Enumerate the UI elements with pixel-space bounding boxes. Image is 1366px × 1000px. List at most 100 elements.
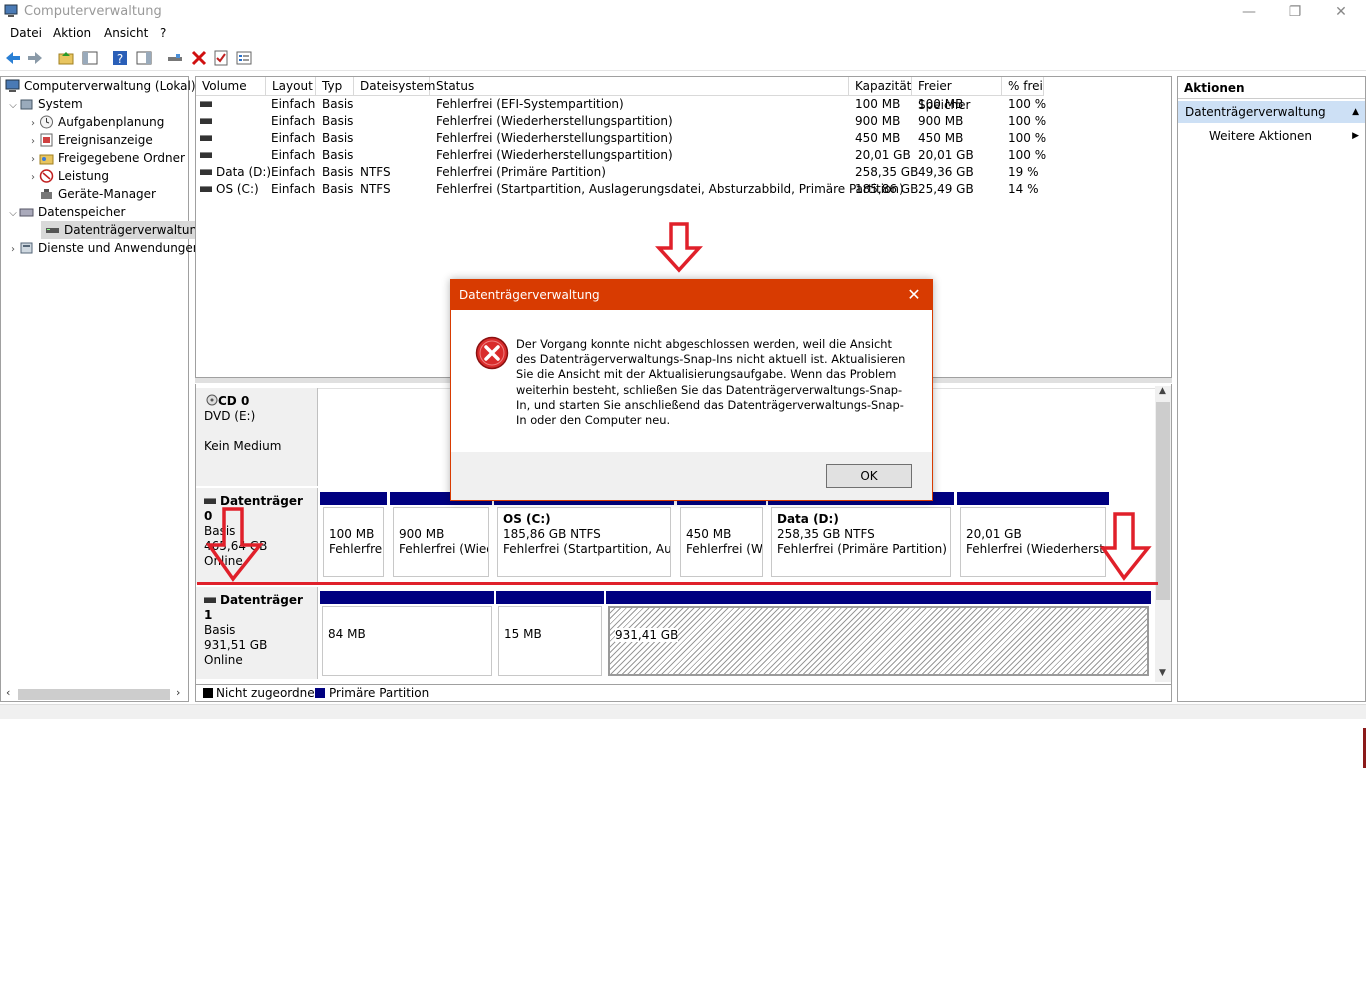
scroll-down-icon[interactable]: ▼ (1159, 668, 1166, 678)
chevron-right-icon[interactable]: › (27, 169, 39, 187)
partition-block[interactable]: 450 MBFehlerfrei (Wiederherstellungspart… (680, 507, 763, 577)
back-arrow-icon[interactable] (4, 49, 22, 67)
scroll-right-icon[interactable]: › (176, 686, 180, 699)
tree-item-system[interactable]: ⌵ System (7, 95, 83, 113)
annotation-line (197, 582, 1158, 585)
table-row[interactable]: Einfach Basis Fehlerfrei (EFI-Systempartit… (196, 96, 1171, 113)
partition-block[interactable]: 20,01 GBFehlerfrei (Wiederherstellungspa… (960, 507, 1106, 577)
partition-block[interactable]: 900 MBFehlerfrei (Wiederherstellungspart… (393, 507, 489, 577)
tree-horizontal-scrollbar[interactable]: ‹ › (2, 686, 186, 702)
partition-block[interactable]: 84 MB (322, 606, 492, 676)
menu-help[interactable]: ? (160, 26, 166, 40)
cell-typ: Basis (322, 148, 354, 162)
partition-block[interactable]: OS (C:) 185,86 GB NTFS Fehlerfrei (Startpa… (497, 507, 671, 577)
tree-item-ereignisanzeige[interactable]: › Ereignisanzeige (27, 131, 153, 149)
help-icon[interactable]: ? (111, 49, 129, 67)
tree-label: System (38, 97, 83, 111)
tree-item-freigegebene-ordner[interactable]: › Freigegebene Ordner (27, 149, 185, 167)
tree-item-root[interactable]: Computerverwaltung (Lokal) (5, 77, 196, 95)
tree-item-geraete-manager[interactable]: Geräte-Manager (39, 185, 156, 203)
tree-item-dienste[interactable]: › Dienste und Anwendungen (7, 239, 200, 257)
properties-list-icon[interactable] (235, 49, 253, 67)
tree-label: Freigegebene Ordner (58, 151, 185, 165)
tree-label: Aufgabenplanung (58, 115, 165, 129)
volume-icon (200, 101, 212, 107)
column-header-prozent-frei[interactable]: % frei (1002, 77, 1044, 96)
chevron-right-icon[interactable]: › (7, 241, 19, 259)
disk-label-disk1[interactable]: Datenträger 1 Basis 931,51 GB Online (196, 587, 318, 679)
column-header-typ[interactable]: Typ (316, 77, 354, 96)
partition-block[interactable]: Data (D:) 258,35 GB NTFS Fehlerfrei (Primä… (771, 507, 951, 577)
column-header-kapazitaet[interactable]: Kapazität (849, 77, 912, 96)
cell-status: Fehlerfrei (Wiederherstellungspartition) (436, 131, 673, 145)
tree-label: Dienste und Anwendungen (38, 241, 201, 255)
actions-section-label: Datenträgerverwaltung (1185, 105, 1326, 119)
menu-ansicht[interactable]: Ansicht (104, 26, 148, 40)
cell-pct: 100 % (1008, 148, 1047, 162)
scroll-thumb[interactable] (18, 689, 170, 700)
menu-datei[interactable]: Datei (10, 26, 42, 40)
annotation-arrow-down-icon (1100, 512, 1152, 581)
delete-x-icon[interactable] (190, 49, 208, 67)
partition-status: Fehlerfrei (Primäre Partition) (777, 542, 947, 556)
cell-typ: Basis (322, 182, 354, 196)
scroll-left-icon[interactable]: ‹ (6, 686, 10, 699)
toolbar: ? (0, 46, 1366, 71)
svg-text:?: ? (117, 52, 123, 66)
partition-block[interactable]: 931,41 GB (608, 606, 1149, 676)
volume-icon (200, 135, 212, 141)
tree-item-aufgabenplanung[interactable]: › Aufgabenplanung (27, 113, 164, 131)
collapse-up-icon[interactable]: ▲ (1352, 101, 1359, 123)
partition-status: Fehlerfrei (Wiederherstellungspartition) (686, 542, 763, 556)
column-header-dateisystem[interactable]: Dateisystem (354, 77, 435, 96)
table-row[interactable]: Einfach Basis Fehlerfrei (Wiederherstellun… (196, 130, 1171, 147)
graph-vertical-scrollbar[interactable]: ▲ ▼ (1155, 386, 1171, 682)
partition-size: 450 MB (686, 527, 732, 541)
chevron-down-icon[interactable]: ⌵ (7, 97, 19, 115)
table-row[interactable]: Einfach Basis Fehlerfrei (Wiederherstellun… (196, 147, 1171, 164)
cell-status: Fehlerfrei (Primäre Partition) (436, 165, 606, 179)
cell-typ: Basis (322, 114, 354, 128)
cell-cap: 258,35 GB (855, 165, 919, 179)
dialog-close-icon[interactable]: ✕ (904, 280, 924, 310)
menu-aktion[interactable]: Aktion (53, 26, 91, 40)
chevron-down-icon[interactable]: ⌵ (7, 205, 19, 223)
column-header-status[interactable]: Status (430, 77, 849, 96)
legend-primary: Primäre Partition (329, 686, 430, 700)
close-button[interactable]: ✕ (1318, 0, 1364, 24)
restore-button[interactable]: ❐ (1272, 0, 1318, 24)
forward-arrow-icon[interactable] (26, 49, 44, 67)
show-hide-tree-icon[interactable] (81, 49, 99, 67)
scroll-thumb[interactable] (1156, 402, 1170, 600)
cell-cap: 185,86 GB (855, 182, 919, 196)
tree-item-datentraegerverwaltung[interactable]: Datenträgerverwaltung (41, 221, 208, 239)
table-row[interactable]: Data (D:) Einfach Basis NTFS Fehlerfrei (Pri… (196, 164, 1171, 181)
cell-free: 25,49 GB (918, 182, 974, 196)
menu-bar: Datei Aktion Ansicht ? (0, 24, 1366, 44)
disk-label-cd0[interactable]: CD 0 DVD (E:) Kein Medium (196, 388, 318, 486)
partition-block[interactable]: 15 MB (498, 606, 602, 676)
table-row[interactable]: OS (C:) Einfach Basis NTFS Fehlerfrei (Start… (196, 181, 1171, 198)
scroll-up-icon[interactable]: ▲ (1159, 386, 1166, 396)
tree-item-datenspeicher[interactable]: ⌵ Datenspeicher (7, 203, 125, 221)
cell-pct: 14 % (1008, 182, 1039, 196)
cell-status: Fehlerfrei (Startpartition, Auslagerungs… (436, 182, 904, 196)
actions-weitere[interactable]: Weitere Aktionen ▶ (1209, 127, 1359, 145)
column-header-volume[interactable]: Volume (196, 77, 266, 96)
actions-section-dtv[interactable]: Datenträgerverwaltung ▲ (1178, 101, 1365, 123)
partition-block[interactable]: 100 MBFehlerfrei (EFI-Systempartition) (323, 507, 384, 577)
minimize-button[interactable]: — (1226, 0, 1272, 24)
legend-bar: Nicht zugeordnet Primäre Partition (195, 684, 1172, 702)
cell-status: Fehlerfrei (EFI-Systempartition) (436, 97, 624, 111)
up-folder-icon[interactable] (57, 49, 75, 67)
properties-check-icon[interactable] (212, 49, 230, 67)
disk-type: Basis (204, 623, 236, 637)
column-header-freier-speicher[interactable]: Freier Speicher (912, 77, 1002, 112)
connect-icon[interactable] (166, 49, 184, 67)
table-row[interactable]: Einfach Basis Fehlerfrei (Wiederherstellun… (196, 113, 1171, 130)
ok-button[interactable]: OK (826, 464, 912, 488)
tree-item-leistung[interactable]: › Leistung (27, 167, 109, 185)
show-hide-action-icon[interactable] (135, 49, 153, 67)
column-header-layout[interactable]: Layout (266, 77, 316, 96)
cell-free: 100 MB (918, 97, 964, 111)
